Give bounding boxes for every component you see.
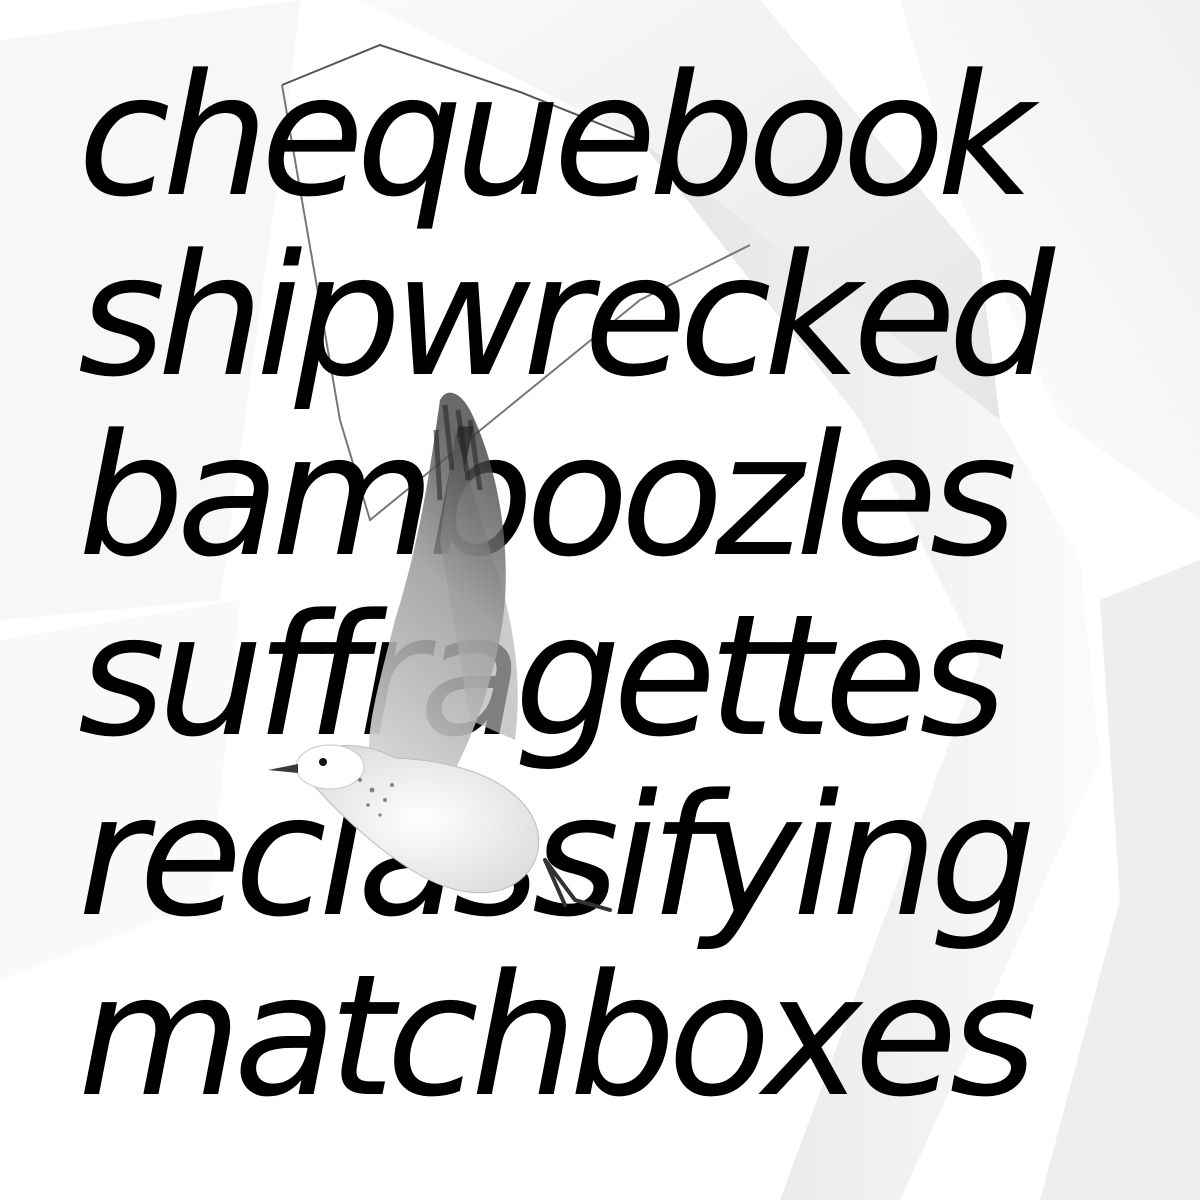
seagull-image <box>268 392 612 912</box>
seagull-beak <box>268 764 298 773</box>
seagull-head <box>295 744 365 790</box>
seagull-legs <box>543 858 612 912</box>
seagull-eye <box>319 758 327 766</box>
